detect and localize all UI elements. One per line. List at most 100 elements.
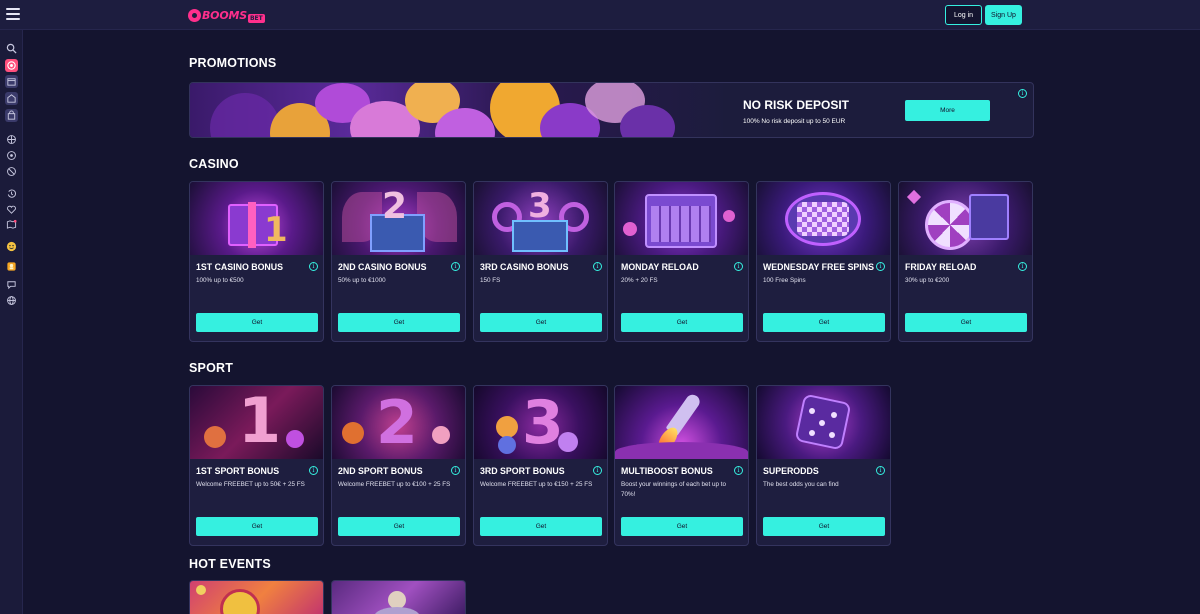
get-button[interactable]: Get: [338, 313, 460, 332]
card-title: 3RD SPORT BONUS: [480, 466, 565, 476]
promo-banner[interactable]: NO RISK DEPOSIT 100% No risk deposit up …: [189, 82, 1034, 138]
sport-card-image: [757, 386, 890, 459]
casino-card-3[interactable]: 3 3RD CASINO BONUS i 150 FS Get: [473, 181, 608, 342]
promo-subtitle: 100% No risk deposit up to 50 EUR: [743, 118, 846, 125]
card-subtitle: 150 FS: [480, 277, 501, 284]
casino-card-5[interactable]: WEDNESDAY FREE SPINS i 100 Free Spins Ge…: [756, 181, 891, 342]
casino-card-image: 1: [190, 182, 323, 255]
casino-card-image: [615, 182, 748, 255]
promo-banner-image: [190, 83, 730, 137]
basketball-icon[interactable]: [5, 165, 18, 178]
map-icon[interactable]: [5, 218, 18, 231]
calendar-icon[interactable]: [5, 75, 18, 88]
card-subtitle: 30% up to €200: [905, 277, 950, 284]
info-icon[interactable]: i: [876, 262, 885, 271]
info-icon[interactable]: i: [451, 262, 460, 271]
info-icon[interactable]: i: [734, 466, 743, 475]
info-icon[interactable]: i: [593, 262, 602, 271]
card-subtitle: Welcome FREEBET up to €100 + 25 FS: [338, 481, 451, 488]
sport-card-image: [615, 386, 748, 459]
target-icon[interactable]: [5, 59, 18, 72]
promo-more-button[interactable]: More: [905, 100, 990, 121]
card-subtitle: The best odds you can find: [763, 481, 839, 488]
sport-card-4[interactable]: MULTIBOOST BONUS i Boost your winnings o…: [614, 385, 749, 546]
info-icon[interactable]: i: [1018, 89, 1027, 98]
get-button[interactable]: Get: [763, 313, 885, 332]
card-title: MONDAY RELOAD: [621, 262, 699, 272]
casino-card-image: [757, 182, 890, 255]
casino-card-image: 2: [332, 182, 465, 255]
info-icon[interactable]: i: [309, 262, 318, 271]
promo-title: NO RISK DEPOSIT: [743, 98, 850, 112]
card-subtitle: Boost your winnings of each bet up to 70…: [621, 481, 727, 498]
card-subtitle: Welcome FREEBET up to €150 + 25 FS: [480, 481, 593, 488]
card-subtitle: 100 Free Spins: [763, 277, 806, 284]
sport-card-3[interactable]: 3 3RD SPORT BONUS i Welcome FREEBET up t…: [473, 385, 608, 546]
casino-heading: CASINO: [189, 157, 239, 171]
search-icon[interactable]: [5, 42, 18, 55]
hot-event-card-2[interactable]: [331, 580, 466, 614]
card-title: 2ND SPORT BONUS: [338, 466, 423, 476]
casino-card-image: 3: [474, 182, 607, 255]
card-subtitle: Welcome FREEBET up to 50€ + 25 FS: [196, 481, 305, 488]
info-icon[interactable]: i: [451, 466, 460, 475]
get-button[interactable]: Get: [338, 517, 460, 536]
sidebar: [0, 30, 23, 614]
info-icon[interactable]: i: [876, 466, 885, 475]
get-button[interactable]: Get: [196, 517, 318, 536]
logo-suffix: BET: [247, 14, 265, 23]
shop-icon[interactable]: [5, 92, 18, 105]
language-icon[interactable]: [5, 294, 18, 307]
sport-card-2[interactable]: 2 2ND SPORT BONUS i Welcome FREEBET up t…: [331, 385, 466, 546]
info-icon[interactable]: i: [1018, 262, 1027, 271]
bag-icon[interactable]: [5, 109, 18, 122]
card-title: SUPERODDS: [763, 466, 819, 476]
hot-events-heading: HOT EVENTS: [189, 557, 271, 571]
card-subtitle: 20% + 20 FS: [621, 277, 658, 284]
sport-card-5[interactable]: SUPERODDS i The best odds you can find G…: [756, 385, 891, 546]
card-title: MULTIBOOST BONUS: [621, 466, 713, 476]
login-button[interactable]: Log in: [945, 5, 982, 25]
gift-icon[interactable]: [5, 260, 18, 273]
hamburger-menu-icon[interactable]: [6, 8, 20, 22]
card-title: WEDNESDAY FREE SPINS: [763, 262, 874, 272]
casino-card-4[interactable]: MONDAY RELOAD i 20% + 20 FS Get: [614, 181, 749, 342]
get-button[interactable]: Get: [621, 313, 743, 332]
chat-icon[interactable]: [5, 278, 18, 291]
get-button[interactable]: Get: [905, 313, 1027, 332]
card-title: 3RD CASINO BONUS: [480, 262, 569, 272]
info-icon[interactable]: i: [309, 466, 318, 475]
emoji-icon[interactable]: [5, 240, 18, 253]
signup-button[interactable]: Sign Up: [985, 5, 1022, 25]
card-title: 1ST CASINO BONUS: [196, 262, 284, 272]
get-button[interactable]: Get: [480, 517, 602, 536]
sport-card-1[interactable]: 1 1ST SPORT BONUS i Welcome FREEBET up t…: [189, 385, 324, 546]
soccer-ball-icon[interactable]: [5, 149, 18, 162]
logo-mark: [188, 9, 201, 22]
history-icon[interactable]: [5, 187, 18, 200]
casino-card-1[interactable]: 1 1ST CASINO BONUS i 100% up to €500 Get: [189, 181, 324, 342]
promotions-heading: PROMOTIONS: [189, 56, 277, 70]
card-subtitle: 100% up to €500: [196, 277, 244, 284]
get-button[interactable]: Get: [480, 313, 602, 332]
get-button[interactable]: Get: [763, 517, 885, 536]
sport-heading: SPORT: [189, 361, 234, 375]
card-title: 2ND CASINO BONUS: [338, 262, 427, 272]
info-icon[interactable]: i: [734, 262, 743, 271]
hot-event-card-1[interactable]: [189, 580, 324, 614]
casino-card-6[interactable]: FRIDAY RELOAD i 30% up to €200 Get: [898, 181, 1033, 342]
top-bar: BOOMS BET Log in Sign Up: [0, 0, 1200, 30]
sport-card-image: 1: [190, 386, 323, 459]
card-title: 1ST SPORT BONUS: [196, 466, 280, 476]
get-button[interactable]: Get: [196, 313, 318, 332]
heart-icon[interactable]: [5, 203, 18, 216]
casino-card-2[interactable]: 2 2ND CASINO BONUS i 50% up to €1000 Get: [331, 181, 466, 342]
card-subtitle: 50% up to €1000: [338, 277, 386, 284]
casino-card-image: [899, 182, 1032, 255]
site-logo[interactable]: BOOMS BET: [188, 6, 265, 25]
sport-card-image: 3: [474, 386, 607, 459]
get-button[interactable]: Get: [621, 517, 743, 536]
card-title: FRIDAY RELOAD: [905, 262, 977, 272]
globe-ball-icon[interactable]: [5, 133, 18, 146]
info-icon[interactable]: i: [593, 466, 602, 475]
